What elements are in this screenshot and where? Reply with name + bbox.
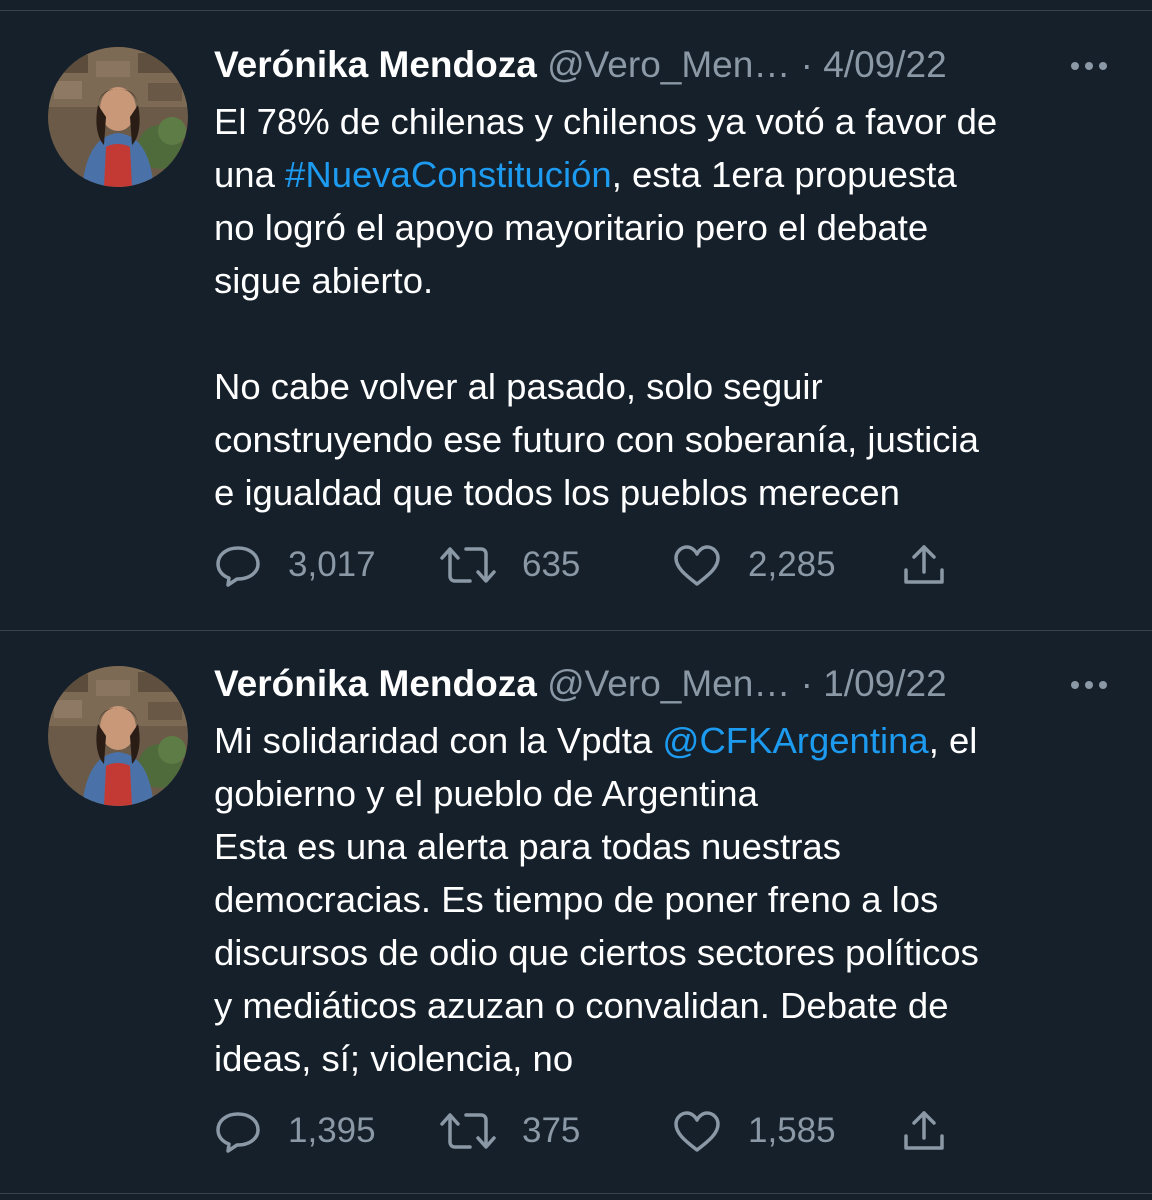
retweet-icon — [440, 1108, 496, 1154]
bottom-divider — [0, 1193, 1152, 1194]
tweet-text-part: , el gobierno y el pueblo de Argentina E… — [214, 720, 979, 1079]
like-button[interactable]: 1,585 — [672, 1106, 836, 1156]
tweet-header: Verónika Mendoza @Vero_Men… · 4/09/22 — [214, 42, 1122, 88]
mention-link[interactable]: @CFKArgentina — [662, 720, 928, 761]
tweet-actions: 3,017 635 2,285 — [214, 540, 974, 590]
retweet-icon — [440, 542, 496, 588]
share-button[interactable] — [900, 540, 948, 590]
retweet-button[interactable]: 635 — [440, 540, 580, 590]
retweet-count: 375 — [522, 1111, 581, 1150]
reply-icon — [214, 542, 262, 588]
reply-button[interactable]: 3,017 — [214, 540, 376, 590]
tweet-text-part: Mi solidaridad con la Vpdta — [214, 720, 663, 761]
reply-button[interactable]: 1,395 — [214, 1106, 376, 1156]
tweet-header: Verónika Mendoza @Vero_Men… · 1/09/22 — [214, 661, 1122, 707]
heart-icon — [672, 542, 722, 588]
tweet-feed: Verónika Mendoza @Vero_Men… · 4/09/22 El… — [0, 0, 1152, 1200]
share-icon — [900, 542, 948, 588]
tweet-divider — [0, 630, 1152, 631]
separator: · — [790, 44, 824, 85]
reply-count: 1,395 — [288, 1111, 376, 1150]
tweet-actions: 1,395 375 1,585 — [214, 1106, 974, 1156]
heart-icon — [672, 1108, 722, 1154]
tweet-text: El 78% de chilenas y chilenos ya votó a … — [214, 95, 1114, 519]
tweet-date[interactable]: 4/09/22 — [823, 44, 946, 85]
share-icon — [900, 1108, 948, 1154]
more-icon[interactable] — [1062, 661, 1116, 707]
like-button[interactable]: 2,285 — [672, 540, 836, 590]
like-count: 2,285 — [748, 545, 836, 584]
share-button[interactable] — [900, 1106, 948, 1156]
avatar[interactable] — [48, 666, 188, 806]
author-name[interactable]: Verónika Mendoza — [214, 663, 537, 704]
top-divider — [0, 10, 1152, 11]
tweet-date[interactable]: 1/09/22 — [823, 663, 946, 704]
author-name[interactable]: Verónika Mendoza — [214, 44, 537, 85]
author-handle[interactable]: @Vero_Men… — [547, 44, 790, 85]
reply-count: 3,017 — [288, 545, 376, 584]
like-count: 1,585 — [748, 1111, 836, 1150]
separator: · — [790, 663, 824, 704]
author-handle[interactable]: @Vero_Men… — [547, 663, 790, 704]
more-icon[interactable] — [1062, 42, 1116, 88]
avatar[interactable] — [48, 47, 188, 187]
retweet-button[interactable]: 375 — [440, 1106, 580, 1156]
hashtag-link[interactable]: #NuevaConstitución — [285, 154, 612, 195]
retweet-count: 635 — [522, 545, 581, 584]
tweet-text-part: , esta 1era propuesta no logró el apoyo … — [214, 154, 979, 513]
reply-icon — [214, 1108, 262, 1154]
tweet-text: Mi solidaridad con la Vpdta @CFKArgentin… — [214, 714, 1114, 1085]
